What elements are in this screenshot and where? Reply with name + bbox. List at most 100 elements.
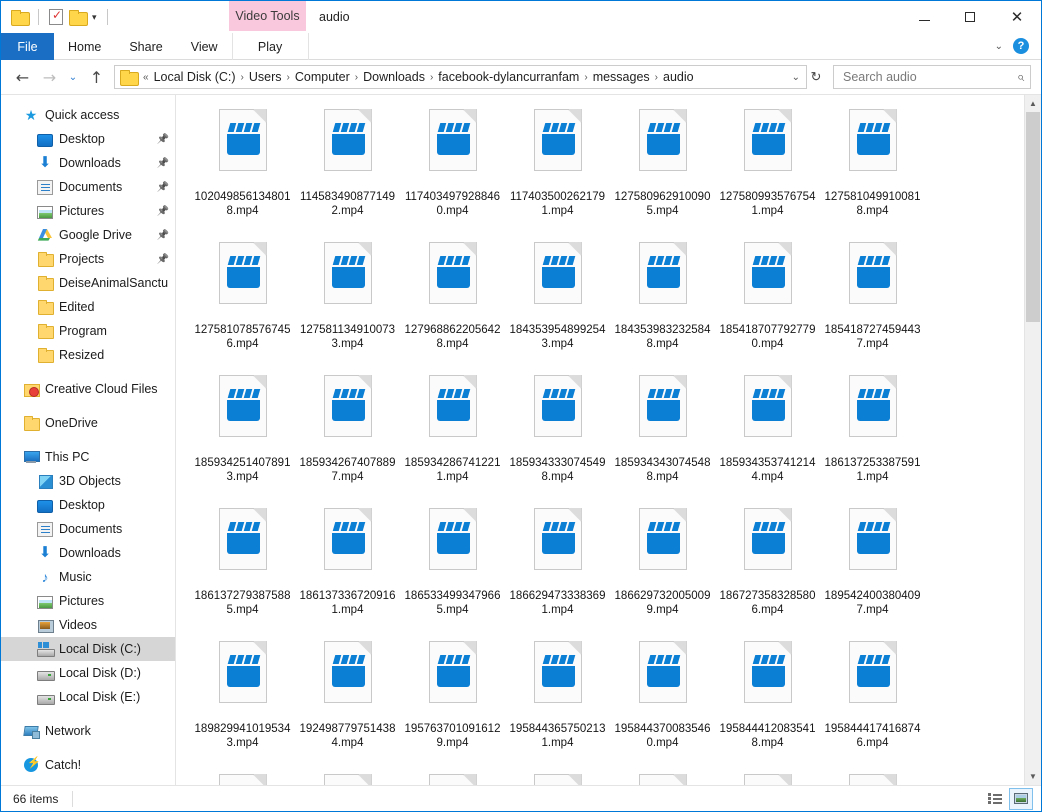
sidebar-item-desktop[interactable]: Desktop📌 — [1, 127, 175, 151]
file-item[interactable]: 1866294733383691.mp4 — [505, 502, 610, 635]
breadcrumb-separator[interactable]: › — [353, 72, 360, 83]
tab-share[interactable]: Share — [115, 33, 176, 60]
tab-file[interactable]: File — [1, 33, 54, 60]
properties-icon[interactable] — [49, 9, 63, 25]
sidebar-item-downloads[interactable]: ⬇Downloads📌 — [1, 151, 175, 175]
sidebar-item-pictures[interactable]: Pictures📌 — [1, 199, 175, 223]
pin-icon[interactable]: 📌 — [157, 134, 169, 145]
file-item[interactable]: 10208083503742815_ — [400, 768, 505, 785]
sidebar-item-resized[interactable]: Resized — [1, 343, 175, 367]
file-item[interactable]: 1854187274594437.mp4 — [820, 236, 925, 369]
thumbnail-view-button[interactable] — [1009, 788, 1033, 810]
file-item[interactable]: 1859343330745498.mp4 — [505, 369, 610, 502]
breadcrumb-separator[interactable]: › — [428, 72, 435, 83]
file-item[interactable]: 1958444174168746.mp4 — [820, 635, 925, 768]
sidebar-item-videos[interactable]: Videos — [1, 613, 175, 637]
close-button[interactable]: ✕ — [993, 1, 1041, 33]
breadcrumb[interactable]: « Local Disk (C:) › Users › Computer › D… — [114, 65, 807, 89]
sidebar-item-onedrive[interactable]: OneDrive — [1, 411, 175, 435]
search-input[interactable] — [843, 70, 1017, 84]
file-item[interactable]: 1174035002621791.mp4 — [505, 103, 610, 236]
details-view-button[interactable] — [983, 788, 1007, 810]
help-icon[interactable]: ? — [1013, 38, 1029, 54]
sidebar-item-network[interactable]: Network — [1, 719, 175, 743]
breadcrumb-separator[interactable]: › — [582, 72, 589, 83]
file-item[interactable]: 1957637010916129.mp4 — [400, 635, 505, 768]
sidebar-item-local-disk-e[interactable]: Local Disk (E:) — [1, 685, 175, 709]
navigation-pane[interactable]: ★Quick accessDesktop📌⬇Downloads📌Document… — [1, 95, 176, 785]
pin-icon[interactable]: 📌 — [157, 230, 169, 241]
breadcrumb-item-computer[interactable]: Computer — [292, 70, 353, 84]
chevron-down-icon[interactable]: ⌄ — [995, 41, 1003, 52]
file-list-pane[interactable]: 1020498561348018.mp41145834908771492.mp4… — [176, 95, 1041, 785]
sidebar-item-deiseanimalsanctu[interactable]: DeiseAnimalSanctu — [1, 271, 175, 295]
sidebar-item-documents[interactable]: Documents — [1, 517, 175, 541]
file-item[interactable]: 1861372533875911.mp4 — [820, 369, 925, 502]
file-item[interactable]: 1279688622056428.mp4 — [400, 236, 505, 369]
search-box[interactable]: ⌕ — [833, 65, 1031, 89]
sidebar-item-3d-objects[interactable]: 3D Objects — [1, 469, 175, 493]
breadcrumb-separator[interactable]: › — [239, 72, 246, 83]
chevron-down-icon[interactable]: ▾ — [92, 13, 97, 22]
file-item[interactable]: 1854187077927790.mp4 — [715, 236, 820, 369]
file-item[interactable] — [820, 768, 925, 785]
file-item[interactable]: 1174034979288460.mp4 — [400, 103, 505, 236]
vertical-scrollbar[interactable]: ▲ ▼ — [1024, 95, 1041, 785]
sidebar-item-projects[interactable]: Projects📌 — [1, 247, 175, 271]
breadcrumb-separator[interactable]: › — [285, 72, 292, 83]
breadcrumb-dropdown[interactable]: ⌄ — [792, 72, 802, 83]
file-item[interactable]: 1843539832325848.mp4 — [610, 236, 715, 369]
up-button[interactable]: ↑ — [83, 63, 110, 91]
file-item[interactable]: 1020498561348018.mp4 — [190, 103, 295, 236]
tab-home[interactable]: Home — [54, 33, 115, 60]
file-item[interactable]: 1275810785767456.mp4 — [190, 236, 295, 369]
file-item[interactable]: 1145834908771492.mp4 — [295, 103, 400, 236]
breadcrumb-item-local-disk-c[interactable]: Local Disk (C:) — [151, 70, 239, 84]
file-item[interactable]: 1275809935767541.mp4 — [715, 103, 820, 236]
file-item[interactable]: 1275810499100818.mp4 — [820, 103, 925, 236]
file-item[interactable]: 1861372793875885.mp4 — [190, 502, 295, 635]
file-item[interactable]: 1867273583285806.mp4 — [715, 502, 820, 635]
file-item[interactable]: 1843539548992543.mp4 — [505, 236, 610, 369]
sidebar-item-pictures[interactable]: Pictures — [1, 589, 175, 613]
file-item[interactable]: 1275811349100733.mp4 — [295, 236, 400, 369]
breadcrumb-item-messages[interactable]: messages — [590, 70, 653, 84]
breadcrumb-item-downloads[interactable]: Downloads — [360, 70, 428, 84]
file-item[interactable]: 1958444120835418.mp4 — [715, 635, 820, 768]
file-item[interactable]: 1924987797514384.mp4 — [295, 635, 400, 768]
file-item[interactable]: 1958443700835460.mp4 — [610, 635, 715, 768]
file-item[interactable]: 1859342867412211.mp4 — [400, 369, 505, 502]
file-item[interactable]: 10208646339773364.mp4 — [505, 768, 610, 785]
file-item[interactable]: 1859343430745488.mp4 — [610, 369, 715, 502]
scroll-down-button[interactable]: ▼ — [1025, 768, 1041, 785]
sidebar-item-desktop[interactable]: Desktop — [1, 493, 175, 517]
pin-icon[interactable]: 📌 — [157, 254, 169, 265]
scrollbar-thumb[interactable] — [1026, 112, 1040, 322]
sidebar-item-catch[interactable]: Catch! — [1, 753, 175, 777]
tab-play[interactable]: Play — [232, 33, 309, 60]
file-item[interactable]: 1865334993479665.mp4 — [400, 502, 505, 635]
sidebar-item-program[interactable]: Program — [1, 319, 175, 343]
sidebar-item-music[interactable]: ♪Music — [1, 565, 175, 589]
tab-view[interactable]: View — [177, 33, 232, 60]
file-item[interactable]: 1958443657502131.mp4 — [505, 635, 610, 768]
forward-button[interactable]: → — [36, 63, 63, 91]
recent-locations-button[interactable]: ⌄ — [63, 63, 83, 91]
file-item[interactable]: 1898299410195343.mp4 — [190, 635, 295, 768]
sidebar-item-google-drive[interactable]: Google Drive📌 — [1, 223, 175, 247]
minimize-button[interactable] — [901, 1, 947, 33]
chevron-down-icon[interactable]: ⌄ — [792, 72, 800, 83]
search-icon[interactable]: ⌕ — [1017, 69, 1024, 85]
file-item[interactable]: 1866297320050099.mp4 — [610, 502, 715, 635]
sidebar-item-downloads[interactable]: ⬇Downloads — [1, 541, 175, 565]
new-folder-icon[interactable] — [69, 10, 86, 24]
file-item[interactable]: 1861373367209161.mp4 — [295, 502, 400, 635]
file-item[interactable]: 1895424003804097.mp4 — [820, 502, 925, 635]
breadcrumb-item-facebook-dylancurranfam[interactable]: facebook-dylancurranfam — [435, 70, 582, 84]
file-item[interactable]: 1275809629100905.mp4 — [610, 103, 715, 236]
file-item[interactable] — [715, 768, 820, 785]
breadcrumb-separator[interactable]: › — [653, 72, 660, 83]
sidebar-item-edited[interactable]: Edited — [1, 295, 175, 319]
breadcrumb-item-audio[interactable]: audio — [660, 70, 697, 84]
pin-icon[interactable]: 📌 — [157, 158, 169, 169]
